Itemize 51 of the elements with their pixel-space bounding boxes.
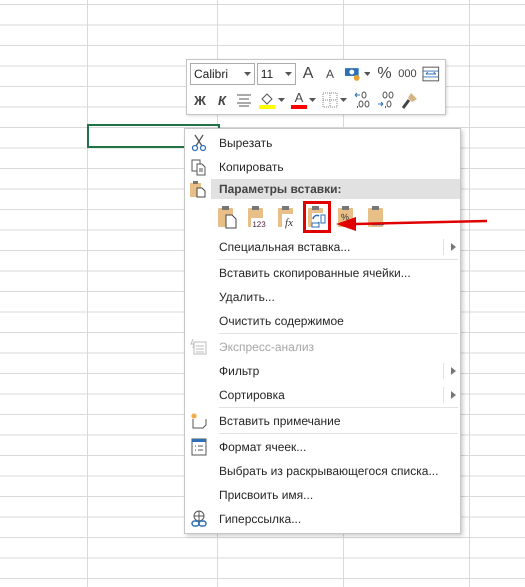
toolbar-button[interactable]: 000 xyxy=(396,63,418,85)
menu-item[interactable]: Вставить примечание xyxy=(185,409,460,433)
italic-button[interactable]: К xyxy=(212,89,232,111)
money-icon xyxy=(344,66,362,82)
menu-item[interactable]: Формат ячеек... xyxy=(185,435,460,459)
caret-icon xyxy=(278,98,285,102)
bold-button[interactable]: Ж xyxy=(190,89,210,111)
caret-icon xyxy=(285,72,292,76)
clipboard-icon xyxy=(217,205,237,229)
decimal-arrow-icon xyxy=(377,91,395,109)
wrap-text-icon xyxy=(422,66,440,82)
menu-item[interactable]: Сортировка xyxy=(185,383,460,407)
comment-icon xyxy=(190,412,208,430)
borders-icon xyxy=(322,92,338,108)
grow-font-button[interactable]: A xyxy=(298,63,318,85)
decimal-arrow-icon xyxy=(353,91,371,109)
menu-item[interactable]: Вырезать xyxy=(185,131,460,155)
scissors-icon xyxy=(190,134,208,152)
submenu-arrow-icon xyxy=(451,391,456,399)
paintbrush-icon xyxy=(401,91,419,109)
submenu-arrow-icon xyxy=(451,367,456,375)
menu-item[interactable]: Выбрать из раскрывающегося списка... xyxy=(185,459,460,483)
caret-icon xyxy=(340,98,347,102)
align-center-icon xyxy=(236,93,252,107)
menu-item[interactable]: Копировать xyxy=(185,155,460,179)
menu-item[interactable]: Фильтр xyxy=(185,359,460,383)
copy-icon xyxy=(190,158,208,176)
paint-bucket-icon xyxy=(258,91,276,109)
paste-option-button[interactable]: fx xyxy=(273,201,301,233)
clipboard-icon xyxy=(189,180,207,198)
menu-item[interactable]: Вставить скопированные ячейки... xyxy=(185,261,460,285)
clipboard-icon xyxy=(307,205,327,229)
menu-item[interactable]: Удалить... xyxy=(185,285,460,309)
caret-icon xyxy=(309,98,316,102)
hyperlink-icon xyxy=(190,510,208,528)
font-size-dropdown[interactable]: 11 xyxy=(256,63,296,85)
menu-item[interactable]: Присвоить имя... xyxy=(185,483,460,507)
menu-item[interactable]: Специальная вставка... xyxy=(185,235,460,259)
font-dropdown[interactable]: Calibri xyxy=(190,63,255,85)
menu-item[interactable]: Очистить содержимое xyxy=(185,309,460,333)
shrink-font-button[interactable]: A xyxy=(320,63,340,85)
caret-icon xyxy=(364,72,370,76)
paste-option-button[interactable]: 123 xyxy=(243,201,271,233)
menu-item[interactable]: Гиперссылка... xyxy=(185,507,460,531)
quick-analysis-icon xyxy=(190,338,208,356)
caret-icon xyxy=(244,72,251,76)
submenu-arrow-icon xyxy=(451,243,456,251)
toolbar-button[interactable]: % xyxy=(374,63,394,85)
format-cells-icon xyxy=(190,438,208,456)
font-color-button[interactable]: A xyxy=(289,89,318,111)
paste-option-button[interactable] xyxy=(303,201,331,233)
